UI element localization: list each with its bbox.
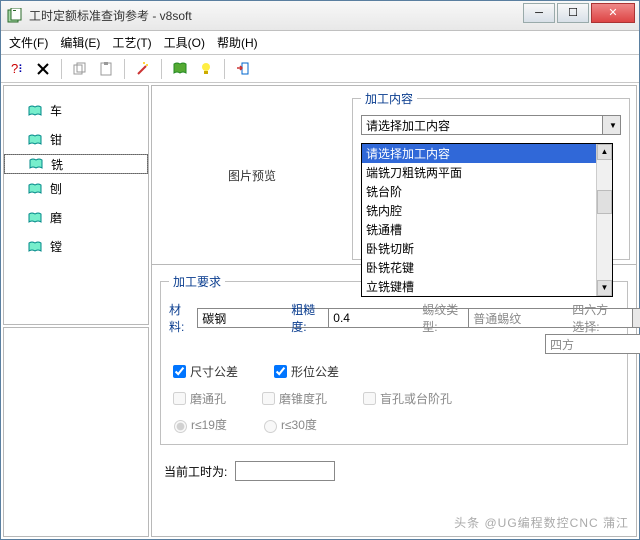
content-legend: 加工内容: [361, 90, 417, 107]
help-icon[interactable]: ?⠇: [7, 59, 27, 79]
book-open-icon: [28, 104, 42, 118]
grind-taper-checkbox: 磨锥度孔: [258, 389, 327, 408]
copy-icon[interactable]: [70, 59, 90, 79]
tree-item-0[interactable]: 车: [4, 96, 148, 125]
wand-icon[interactable]: [133, 59, 153, 79]
image-preview: 图片预览: [152, 86, 352, 264]
book-open-icon: [28, 240, 42, 254]
bulb-icon[interactable]: [196, 59, 216, 79]
titlebar: 工时定额标准查询参考 - v8soft ─ ☐ ✕: [1, 1, 639, 31]
content-group: 加工内容 ▼ 请选择加工内容端铣刀粗铣两平面铣台阶铣内腔铣通槽卧铣切断卧铣花键立…: [352, 90, 630, 260]
combo-dropdown-button[interactable]: ▼: [603, 115, 621, 135]
close-button[interactable]: ✕: [591, 3, 635, 23]
dropdown-option[interactable]: 铣通槽: [362, 220, 596, 239]
svg-text:⠇: ⠇: [18, 64, 25, 76]
book-open-icon: [28, 182, 42, 196]
material-label: 材料:: [169, 301, 189, 335]
current-time-field[interactable]: [235, 461, 335, 481]
scroll-up-button[interactable]: ▲: [597, 144, 612, 160]
menu-tool[interactable]: 工具(O): [164, 34, 205, 51]
book-icon[interactable]: [170, 59, 190, 79]
book-open-icon: [29, 157, 43, 171]
menu-edit[interactable]: 编辑(E): [60, 34, 100, 51]
dropdown-option[interactable]: 卧铣花键: [362, 258, 596, 277]
r19-radio: r≤19度: [169, 416, 227, 433]
tree-item-3[interactable]: 刨: [4, 174, 148, 203]
delete-icon[interactable]: [33, 59, 53, 79]
thread-label: 蜴纹类型:: [422, 301, 460, 335]
left-bottom-panel: [3, 327, 149, 537]
menu-help[interactable]: 帮助(H): [217, 34, 258, 51]
book-open-icon: [28, 133, 42, 147]
dropdown-option[interactable]: 铣内腔: [362, 201, 596, 220]
current-time-label: 当前工时为:: [164, 463, 227, 480]
square-label: 四六方选择:: [572, 301, 619, 335]
minimize-button[interactable]: ─: [523, 3, 555, 23]
exit-icon[interactable]: [233, 59, 253, 79]
watermark: 头条 @UG编程数控CNC 蒲江: [454, 514, 629, 531]
tree-item-4[interactable]: 磨: [4, 203, 148, 232]
book-open-icon: [28, 211, 42, 225]
thread-dropdown-button[interactable]: ▼: [633, 308, 640, 328]
rough-label: 粗糙度:: [291, 301, 320, 335]
requirement-group: 加工要求 材料: ▼ 粗糙度: ▼ 蜴纹类型: ▼ 四六方选择: ▼ 尺寸: [160, 273, 628, 445]
requirement-legend: 加工要求: [169, 273, 225, 290]
window-title: 工时定额标准查询参考 - v8soft: [29, 7, 523, 24]
tree-item-1[interactable]: 钳: [4, 125, 148, 154]
menu-craft[interactable]: 工艺(T): [112, 34, 151, 51]
dropdown-option[interactable]: 请选择加工内容: [362, 144, 596, 163]
r30-radio: r≤30度: [259, 416, 317, 433]
tree-item-5[interactable]: 镗: [4, 232, 148, 261]
content-combo[interactable]: [361, 115, 603, 135]
square-select[interactable]: [545, 334, 640, 354]
toolbar: ?⠇: [1, 55, 639, 83]
app-icon: [7, 8, 23, 24]
scroll-thumb[interactable]: [597, 190, 612, 214]
blind-hole-checkbox: 盲孔或台阶孔: [359, 389, 452, 408]
paste-icon[interactable]: [96, 59, 116, 79]
dropdown-option[interactable]: 端铣刀粗铣两平面: [362, 163, 596, 182]
scroll-down-button[interactable]: ▼: [597, 280, 612, 296]
menu-file[interactable]: 文件(F): [9, 34, 48, 51]
content-dropdown: 请选择加工内容端铣刀粗铣两平面铣台阶铣内腔铣通槽卧铣切断卧铣花键立铣键槽 ▲ ▼: [361, 143, 613, 297]
grind-through-checkbox: 磨通孔: [169, 389, 226, 408]
pos-tol-checkbox[interactable]: 形位公差: [270, 362, 339, 381]
dim-tol-checkbox[interactable]: 尺寸公差: [169, 362, 238, 381]
menubar: 文件(F) 编辑(E) 工艺(T) 工具(O) 帮助(H): [1, 31, 639, 55]
app-window: 工时定额标准查询参考 - v8soft ─ ☐ ✕ 文件(F) 编辑(E) 工艺…: [0, 0, 640, 540]
maximize-button[interactable]: ☐: [557, 3, 589, 23]
dropdown-option[interactable]: 铣台阶: [362, 182, 596, 201]
tree-item-2[interactable]: 铣: [4, 154, 148, 174]
category-tree: 车钳铣刨磨镗: [3, 85, 149, 325]
dropdown-scrollbar[interactable]: ▲ ▼: [596, 144, 612, 296]
dropdown-option[interactable]: 卧铣切断: [362, 239, 596, 258]
dropdown-option[interactable]: 立铣键槽: [362, 277, 596, 296]
